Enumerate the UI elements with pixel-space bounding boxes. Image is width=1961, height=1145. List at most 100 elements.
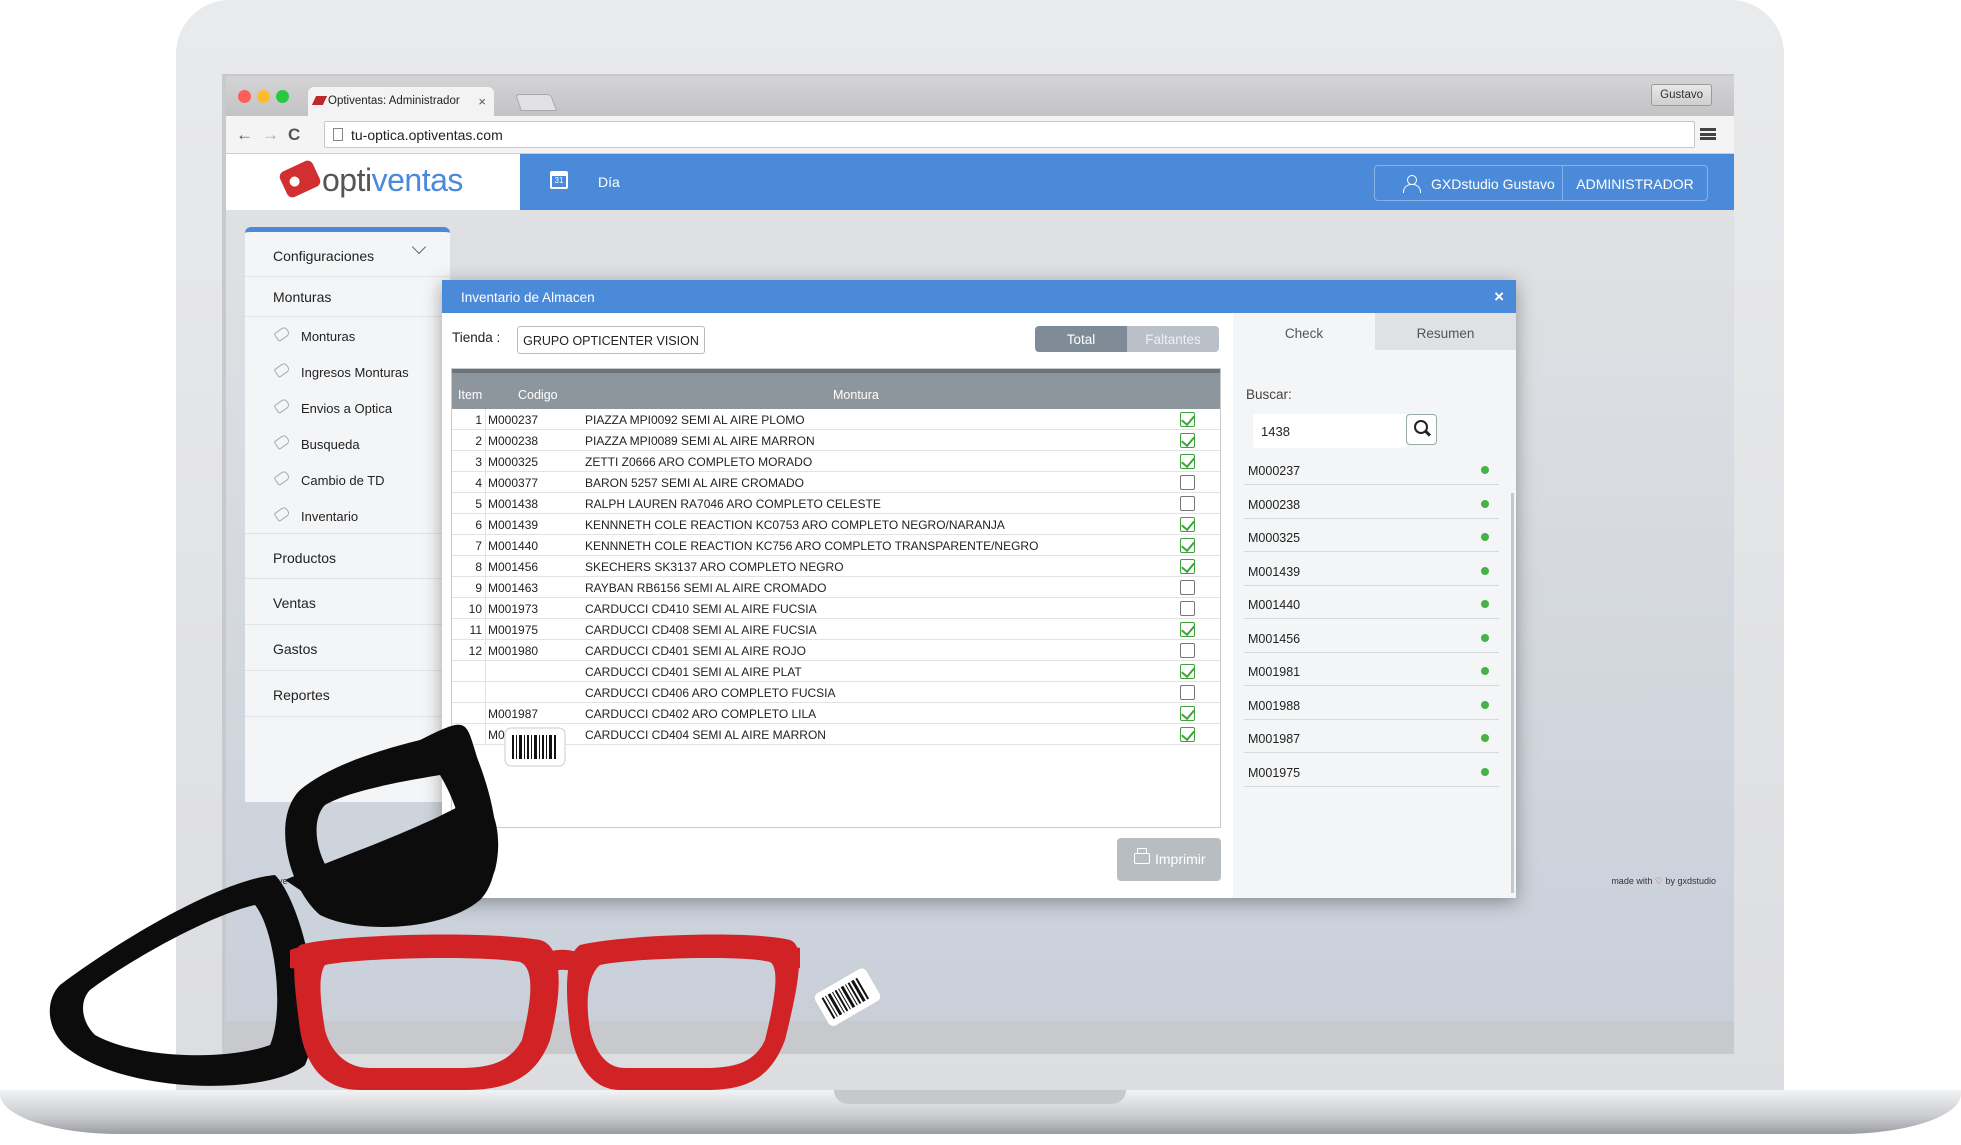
sidebar-subitem-cambio-de-td[interactable]: Cambio de TD [245, 461, 450, 497]
table-row[interactable]: 1 M000237 PIAZZA MPI0092 SEMI AL AIRE PLOM… [452, 409, 1220, 430]
user-button[interactable]: GXDstudio Gustavo [1374, 165, 1563, 201]
status-dot-icon [1481, 633, 1489, 642]
row-checkbox[interactable] [1180, 643, 1195, 658]
row-checkbox[interactable] [1180, 412, 1195, 427]
table-row[interactable]: 5 M001438 RALPH LAUREN RA7046 ARO COMPLETO… [452, 493, 1220, 514]
close-window-button[interactable] [238, 90, 251, 103]
hamburger-menu-icon[interactable] [1700, 128, 1716, 140]
row-checkbox[interactable] [1180, 727, 1195, 742]
sidebar-item-reportes[interactable]: Reportes [245, 671, 450, 717]
row-checkbox[interactable] [1180, 664, 1195, 679]
row-checkbox[interactable] [1180, 601, 1195, 616]
row-checkbox[interactable] [1180, 580, 1195, 595]
browser-user-chip[interactable]: Gustavo [1651, 84, 1712, 106]
row-checkbox[interactable] [1180, 538, 1195, 553]
maximize-window-button[interactable] [276, 90, 289, 103]
column-header-montura[interactable]: Montura [833, 388, 879, 402]
row-checkbox[interactable] [1180, 433, 1195, 448]
row-checkbox[interactable] [1180, 496, 1195, 511]
sidebar-subitem-monturas[interactable]: Monturas [245, 317, 450, 353]
tab-resumen[interactable]: Resumen [1375, 313, 1516, 350]
column-header-item[interactable]: Item [458, 388, 482, 402]
search-input[interactable]: 1438 [1253, 414, 1407, 448]
tab-check[interactable]: Check [1233, 313, 1375, 350]
table-row[interactable]: 12 M001980 CARDUCCI CD401 SEMI AL AIRE ROJ… [452, 640, 1220, 661]
table-row[interactable]: M001988 CARDUCCI CD404 SEMI AL AIRE MARRO… [452, 724, 1220, 745]
sidebar-subitem-envios-a-optica[interactable]: Envios a Optica [245, 389, 450, 425]
row-montura: BARON 5257 SEMI AL AIRE CROMADO [585, 476, 804, 490]
row-checkbox[interactable] [1180, 454, 1195, 469]
table-row[interactable]: 11 M001975 CARDUCCI CD408 SEMI AL AIRE FUC… [452, 619, 1220, 640]
table-row[interactable]: CARDUCCI CD406 ARO COMPLETO FUCSIA [452, 682, 1220, 703]
calendar-icon[interactable]: 31 [550, 171, 568, 189]
row-checkbox[interactable] [1180, 622, 1195, 637]
forward-arrow-icon[interactable]: → [262, 125, 279, 145]
reload-icon[interactable]: C [288, 125, 300, 145]
sidebar-item-productos[interactable]: Productos [245, 533, 450, 579]
table-row[interactable]: 3 M000325 ZETTI Z0666 ARO COMPLETO MORADO [452, 451, 1220, 472]
browser-titlebar: Optiventas: Administrador × Gustavo [226, 76, 1734, 116]
tab-close-icon[interactable]: × [478, 94, 486, 109]
row-code: M001439 [488, 518, 539, 532]
new-tab-button[interactable] [514, 94, 558, 111]
tienda-select[interactable]: GRUPO OPTICENTER VISION [517, 326, 705, 354]
list-item[interactable]: M001981 [1244, 653, 1499, 686]
table-row[interactable]: 8 M001456 SKECHERS SK3137 ARO COMPLETO NEG… [452, 556, 1220, 577]
table-row[interactable]: 2 M000238 PIAZZA MPI0089 SEMI AL AIRE MARR… [452, 430, 1220, 451]
tab-faltantes[interactable]: Faltantes [1127, 326, 1219, 352]
table-row[interactable]: 10 M001973 CARDUCCI CD410 SEMI AL AIRE FUC… [452, 598, 1220, 619]
sidebar-item-ventas[interactable]: Ventas [245, 579, 450, 625]
row-checkbox[interactable] [1180, 517, 1195, 532]
list-item[interactable]: M001975 [1244, 754, 1499, 787]
table-row[interactable]: 6 M001439 KENNNETH COLE REACTION KC0753 AR… [452, 514, 1220, 535]
sidebar-item-monturas[interactable]: Monturas [245, 277, 450, 317]
list-item[interactable]: M000237 [1244, 452, 1499, 485]
list-item[interactable]: M001988 [1244, 687, 1499, 720]
sidebar-subitem-ingresos-monturas[interactable]: Ingresos Monturas [245, 353, 450, 389]
user-icon [1403, 175, 1421, 193]
browser-toolbar: ← → C tu-optica.optiventas.com [226, 116, 1734, 154]
close-icon[interactable]: × [1494, 287, 1504, 307]
list-item[interactable]: M000238 [1244, 486, 1499, 519]
table-row[interactable]: 7 M001440 KENNNETH COLE REACTION KC756 ARO… [452, 535, 1220, 556]
browser-tab[interactable]: Optiventas: Administrador × [308, 87, 494, 116]
check-list-scrollbar[interactable] [1511, 493, 1514, 893]
list-item[interactable]: M001456 [1244, 620, 1499, 653]
table-row[interactable]: M001987 CARDUCCI CD402 ARO COMPLETO LILA [452, 703, 1220, 724]
list-item[interactable]: M001439 [1244, 553, 1499, 586]
status-dot-icon [1481, 734, 1489, 742]
sidebar-subitem-busqueda[interactable]: Busqueda [245, 425, 450, 461]
row-item-number: 12 [468, 644, 482, 658]
row-code: M001440 [488, 539, 539, 553]
status-dot-icon [1481, 700, 1489, 709]
row-checkbox[interactable] [1180, 559, 1195, 574]
table-row[interactable]: CARDUCCI CD401 SEMI AL AIRE PLAT [452, 661, 1220, 682]
laptop-stage: Optiventas: Administrador × Gustavo ← → … [0, 0, 1961, 1145]
logo[interactable]: optiventas [226, 154, 520, 210]
row-checkbox[interactable] [1180, 475, 1195, 490]
column-header-codigo[interactable]: Codigo [518, 388, 558, 402]
sidebar-item-configuraciones[interactable]: Configuraciones [245, 232, 450, 277]
back-arrow-icon[interactable]: ← [236, 125, 253, 145]
row-code: M000377 [488, 476, 539, 490]
sidebar-subitem-inventario[interactable]: Inventario [245, 497, 450, 533]
list-item[interactable]: M001440 [1244, 586, 1499, 619]
role-button[interactable]: ADMINISTRADOR [1562, 165, 1708, 201]
list-item[interactable]: M001987 [1244, 720, 1499, 753]
day-link[interactable]: Día [598, 174, 620, 190]
table-header: Item Codigo Montura [452, 369, 1220, 409]
column-divider [485, 409, 486, 430]
list-item[interactable]: M000325 [1244, 519, 1499, 552]
favicon-icon [311, 96, 328, 105]
tab-total[interactable]: Total [1035, 326, 1127, 352]
row-checkbox[interactable] [1180, 685, 1195, 700]
row-checkbox[interactable] [1180, 706, 1195, 721]
table-row[interactable]: 4 M000377 BARON 5257 SEMI AL AIRE CROMADO [452, 472, 1220, 493]
minimize-window-button[interactable] [257, 90, 270, 103]
address-bar[interactable]: tu-optica.optiventas.com [324, 121, 1695, 148]
table-row[interactable]: 9 M001463 RAYBAN RB6156 SEMI AL AIRE CROMA… [452, 577, 1220, 598]
row-montura: SKECHERS SK3137 ARO COMPLETO NEGRO [585, 560, 844, 574]
search-icon[interactable] [1406, 414, 1437, 445]
print-button[interactable]: Imprimir [1117, 838, 1221, 881]
sidebar-item-gastos[interactable]: Gastos [245, 625, 450, 671]
